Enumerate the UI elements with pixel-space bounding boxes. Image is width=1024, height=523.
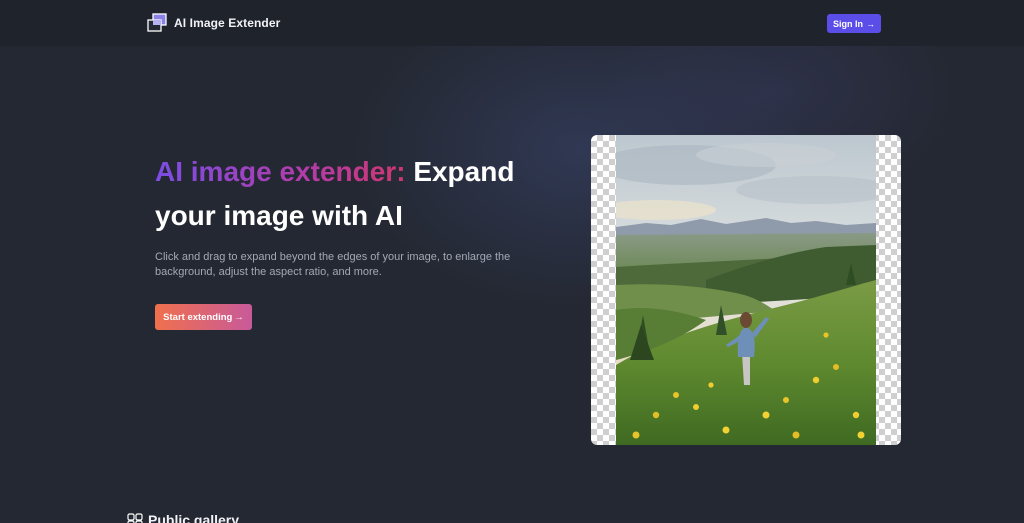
hero-title: AI image extender: Expand your image wit…: [155, 150, 535, 238]
start-extending-button[interactable]: Start extending →: [155, 304, 252, 330]
gallery-grid-icon: [127, 513, 143, 523]
site-header: AI Image Extender Sign In →: [0, 0, 1024, 46]
meadow-photo: [616, 135, 876, 445]
overlapping-squares-icon: [147, 13, 167, 32]
extended-image-preview[interactable]: [591, 135, 901, 445]
public-gallery-heading: Public gallery: [127, 512, 239, 523]
sign-in-button[interactable]: Sign In →: [827, 14, 881, 33]
hero-title-highlight: AI image extender:: [155, 156, 406, 187]
page: AI Image Extender Sign In → AI image ext…: [0, 0, 1024, 523]
arrow-right-icon: →: [866, 18, 875, 29]
logo[interactable]: AI Image Extender: [146, 13, 280, 33]
start-extending-label: Start extending: [163, 311, 233, 323]
arrow-right-icon: →: [234, 311, 244, 323]
gallery-title: Public gallery: [148, 512, 240, 523]
sign-in-label: Sign In: [833, 18, 863, 29]
app-title: AI Image Extender: [174, 16, 281, 30]
hero-description: Click and drag to expand beyond the edge…: [155, 251, 511, 278]
